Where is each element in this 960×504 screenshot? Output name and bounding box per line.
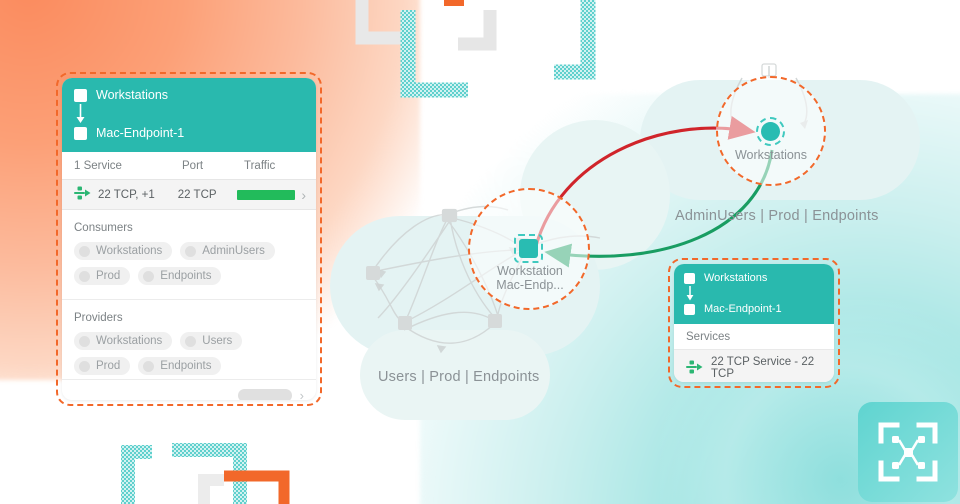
node-label-line1: Workstation	[497, 264, 563, 278]
cell-service-text: 22 TCP, +1	[98, 188, 155, 201]
decorative-brackets-top	[355, 0, 596, 98]
column-header-traffic: Traffic	[244, 160, 276, 172]
services-panel-body: Workstations Mac-Endpoint-1 Services 22 …	[674, 264, 834, 382]
chip-consumer-prod[interactable]: Prod	[74, 267, 131, 285]
source-label: Workstations	[704, 272, 768, 284]
providers-chips: Workstations Users Prod Endpoints	[74, 332, 304, 375]
chip-label: Workstations	[96, 245, 163, 257]
column-header-port: Port	[182, 160, 204, 172]
traffic-detail-panel-header: Workstations Mac-Endpoint-1	[62, 78, 316, 152]
chip-dot-icon	[185, 335, 197, 347]
providers-title: Providers	[74, 312, 123, 324]
target-node-icon	[74, 126, 87, 140]
source-row: Workstations	[684, 272, 824, 284]
chip-label: Endpoints	[160, 360, 212, 372]
chip-dot-icon	[143, 360, 155, 372]
node-workstations[interactable]	[756, 117, 785, 146]
chip-dot-icon	[79, 360, 90, 372]
table-row[interactable]: 22 TCP, +1 22 TCP ›	[62, 179, 316, 210]
down-arrow-icon	[684, 285, 695, 302]
chip-consumer-endpoints[interactable]: Endpoints	[138, 267, 222, 285]
source-node-icon	[684, 272, 695, 284]
target-row: Mac-Endpoint-1	[74, 126, 304, 140]
chip-label: Endpoints	[160, 270, 212, 282]
chip-dot-icon	[143, 270, 155, 282]
canvas: Workstation Mac-Endp... Workstations Adm…	[0, 0, 960, 504]
node-label-line1: Workstations	[734, 148, 807, 162]
chip-consumer-adminusers[interactable]: AdminUsers	[180, 242, 275, 260]
column-header-service: 1 Service	[74, 160, 122, 172]
chip-label: Prod	[96, 270, 121, 282]
cell-port: 22 TCP	[177, 188, 217, 201]
decorative-brackets-bottom	[121, 443, 290, 504]
chip-dot-icon	[79, 270, 90, 282]
service-flow-icon	[74, 186, 91, 203]
traffic-detail-panel[interactable]: Workstations Mac-Endpoint-1 1 Service Po…	[56, 72, 322, 406]
chevron-right-icon[interactable]: ›	[300, 389, 304, 400]
chip-provider-prod[interactable]: Prod	[74, 357, 131, 375]
target-label: Mac-Endpoint-1	[704, 303, 782, 315]
list-item[interactable]: 22 TCP Service - 22 TCP	[674, 349, 834, 382]
target-node-icon	[684, 303, 695, 315]
network-scan-icon	[878, 422, 938, 482]
consumers-title: Consumers	[74, 222, 133, 234]
chip-label: AdminUsers	[202, 245, 265, 257]
node-label-workstations: Workstations	[711, 148, 831, 162]
chip-label: Prod	[96, 360, 121, 372]
consumers-chips: Workstations AdminUsers Prod Endpoints	[74, 242, 304, 285]
target-row: Mac-Endpoint-1	[684, 303, 824, 315]
services-panel-header: Workstations Mac-Endpoint-1	[674, 264, 834, 324]
consumers-section: Consumers Workstations AdminUsers Prod E…	[62, 210, 316, 289]
traffic-bar	[237, 189, 296, 200]
chip-provider-users[interactable]: Users	[180, 332, 243, 350]
caption-users-prod-endpoints: Users | Prod | Endpoints	[378, 369, 540, 385]
chip-consumer-workstations[interactable]: Workstations	[74, 242, 173, 260]
chip-label: Workstations	[96, 335, 163, 347]
chip-provider-workstations[interactable]: Workstations	[74, 332, 173, 350]
service-flow-icon	[686, 360, 703, 377]
footer-action-pill[interactable]	[237, 389, 292, 400]
source-node-icon	[74, 88, 87, 102]
services-title: Services	[686, 331, 731, 343]
down-arrow-icon	[74, 103, 87, 125]
cell-traffic: ›	[237, 188, 306, 202]
chip-dot-icon	[79, 245, 90, 257]
target-label: Mac-Endpoint-1	[96, 126, 185, 140]
services-table-header: 1 Service Port Traffic	[62, 152, 316, 179]
chip-dot-icon	[185, 245, 197, 257]
traffic-detail-panel-body: Workstations Mac-Endpoint-1 1 Service Po…	[62, 78, 316, 400]
services-panel[interactable]: Workstations Mac-Endpoint-1 Services 22 …	[668, 258, 840, 388]
node-label-workstation-mac-endpoint: Workstation Mac-Endp...	[470, 264, 590, 292]
chip-dot-icon	[79, 335, 90, 347]
traffic-detail-panel-footer: ›	[62, 379, 316, 400]
source-label: Workstations	[96, 88, 169, 102]
chip-label: Users	[202, 335, 233, 347]
network-scan-badge[interactable]	[858, 402, 958, 502]
chip-provider-endpoints[interactable]: Endpoints	[138, 357, 222, 375]
list-item-label: 22 TCP Service - 22 TCP	[711, 356, 815, 380]
caption-adminusers-prod-endpoints: AdminUsers | Prod | Endpoints	[675, 208, 879, 224]
chevron-right-icon[interactable]: ›	[295, 188, 306, 202]
cell-service: 22 TCP, +1	[74, 186, 178, 203]
providers-section: Providers Workstations Users Prod Endpoi…	[62, 299, 316, 379]
source-row: Workstations	[74, 88, 304, 102]
node-workstation-mac-endpoint[interactable]	[514, 234, 543, 263]
node-label-line2: Mac-Endp...	[496, 278, 564, 292]
